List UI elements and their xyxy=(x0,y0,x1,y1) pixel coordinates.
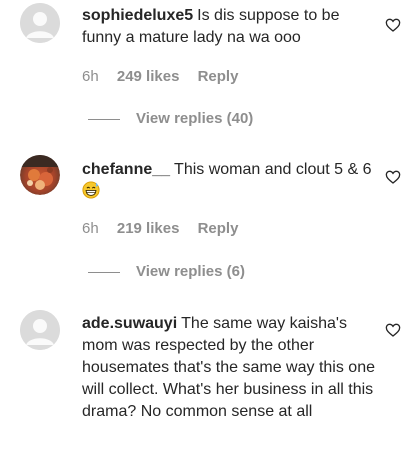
comment-meta: 6h 249 likes Reply xyxy=(82,68,252,86)
comment-username[interactable]: chefanne__ xyxy=(82,161,170,178)
comment-body: chefanne__ This woman and clout 5 & 6 xyxy=(82,159,376,203)
heart-icon[interactable] xyxy=(385,17,401,33)
view-replies-button[interactable]: View replies (40) xyxy=(88,110,253,128)
comment-time: 6h xyxy=(82,68,99,85)
replies-divider xyxy=(88,118,120,120)
profile-photo[interactable] xyxy=(20,155,60,195)
comment-body: sophiedeluxe5 Is dis suppose to be funny … xyxy=(82,5,376,49)
view-replies-label: View replies (40) xyxy=(136,110,254,127)
likes-count[interactable]: 219 likes xyxy=(117,220,180,237)
view-replies-button[interactable]: View replies (6) xyxy=(88,263,245,281)
comment-username[interactable]: sophiedeluxe5 xyxy=(82,7,193,24)
comment-time: 6h xyxy=(82,220,99,237)
comment-username[interactable]: ade.suwauyi xyxy=(82,315,177,332)
comments-list: sophiedeluxe5 Is dis suppose to be funny … xyxy=(0,0,418,451)
heart-icon[interactable] xyxy=(385,169,401,185)
heart-icon[interactable] xyxy=(385,322,401,338)
reply-button[interactable]: Reply xyxy=(198,68,239,85)
reply-button[interactable]: Reply xyxy=(198,220,239,237)
comment-body: ade.suwauyi The same way kaisha's mom was… xyxy=(82,313,376,423)
comment-text: This woman and clout 5 & 6 xyxy=(174,161,372,178)
likes-count[interactable]: 249 likes xyxy=(117,68,180,85)
grinning-sweat-emoji xyxy=(82,181,100,199)
default-avatar-icon[interactable] xyxy=(20,3,60,43)
default-avatar-icon[interactable] xyxy=(20,310,60,350)
replies-divider xyxy=(88,271,120,273)
comment-meta: 6h 219 likes Reply xyxy=(82,220,252,238)
view-replies-label: View replies (6) xyxy=(136,263,245,280)
